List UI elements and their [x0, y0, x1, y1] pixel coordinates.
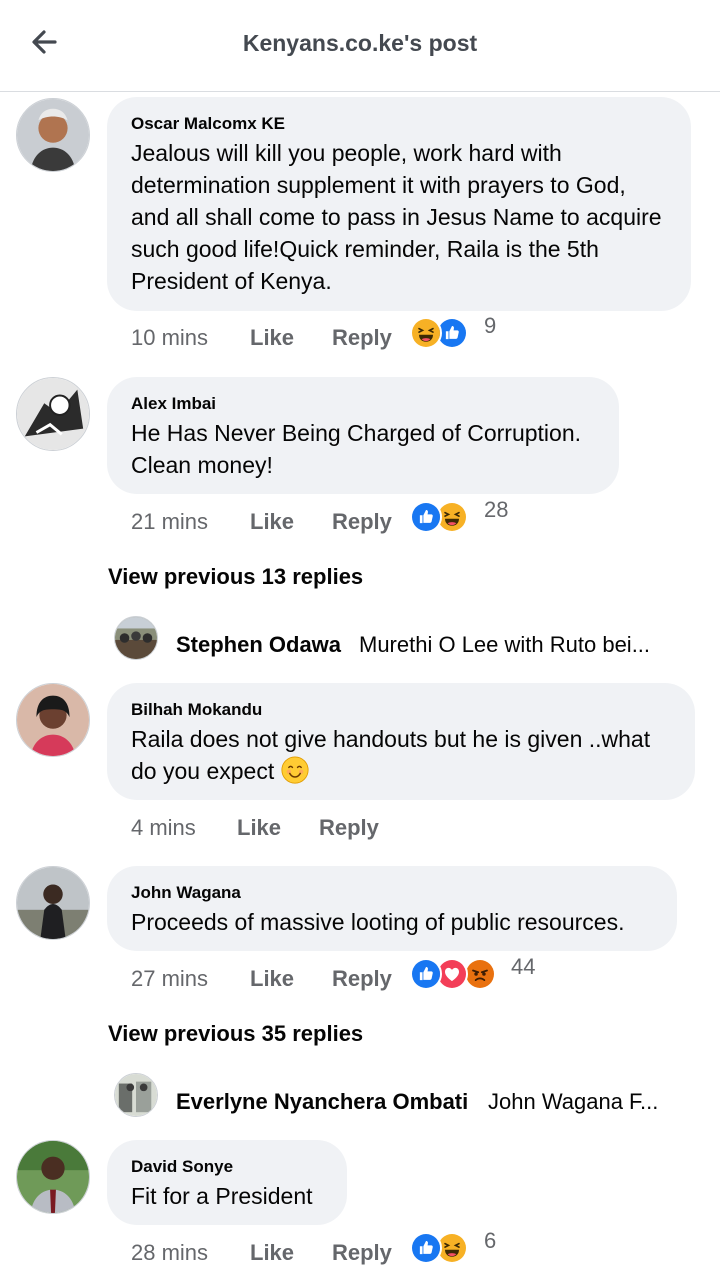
comment-author[interactable]: Bilhah Mokandu [131, 699, 671, 721]
comment-bubble[interactable]: David Sonye Fit for a President [107, 1140, 347, 1225]
like-reaction-icon [410, 501, 442, 533]
comment-bubble[interactable]: Alex Imbai He Has Never Being Charged of… [107, 377, 619, 494]
comment-actions: 10 mins Like Reply 9 [131, 313, 611, 353]
top-bar: Kenyans.co.ke's post [0, 0, 720, 92]
like-button[interactable]: Like [250, 964, 294, 994]
comment-text: Jealous will kill you people, work hard … [131, 140, 662, 294]
reaction-count: 28 [484, 497, 509, 522]
avatar[interactable] [16, 1140, 90, 1214]
reply-author[interactable]: Everlyne Nyanchera Ombati [176, 1089, 468, 1115]
haha-reaction-icon [410, 317, 442, 349]
comment-text: Raila does not give handouts but he is g… [131, 723, 671, 787]
comment-author[interactable]: John Wagana [131, 882, 653, 904]
page-title: Kenyans.co.ke's post [242, 30, 478, 56]
comment-text-content: Raila does not give handouts but he is g… [131, 726, 651, 784]
comment-actions: 21 mins Like Reply 28 [131, 497, 611, 537]
reply-snippet: John Wagana F... [488, 1089, 659, 1114]
reply-button[interactable]: Reply [332, 1238, 392, 1268]
view-previous-replies-link[interactable]: View previous 13 replies [108, 564, 363, 590]
comment-author[interactable]: Oscar Malcomx KE [131, 113, 667, 135]
reply-button[interactable]: Reply [332, 964, 392, 994]
latest-reply-preview[interactable]: Stephen Odawa Murethi O Lee with Ruto be… [114, 616, 694, 666]
latest-reply-preview[interactable]: Everlyne Nyanchera Ombati John Wagana F.… [114, 1073, 694, 1123]
comment-text: Fit for a President [131, 1183, 313, 1209]
comment-time[interactable]: 10 mins [131, 323, 208, 353]
avatar [114, 616, 158, 660]
like-reaction-icon [410, 958, 442, 990]
like-button[interactable]: Like [250, 507, 294, 537]
comment-time[interactable]: 4 mins [131, 813, 196, 843]
reply-button[interactable]: Reply [319, 813, 379, 843]
avatar[interactable] [16, 683, 90, 757]
comment-author[interactable]: David Sonye [131, 1156, 323, 1178]
comment-time[interactable]: 21 mins [131, 507, 208, 537]
comment-actions: 4 mins Like Reply [131, 813, 431, 843]
reply-button[interactable]: Reply [332, 507, 392, 537]
comment-time[interactable]: 27 mins [131, 964, 208, 994]
comment-bubble[interactable]: Oscar Malcomx KE Jealous will kill you p… [107, 97, 691, 311]
comment-text: He Has Never Being Charged of Corruption… [131, 420, 582, 478]
reply-author[interactable]: Stephen Odawa [176, 632, 341, 658]
comment-bubble[interactable]: Bilhah Mokandu Raila does not give hando… [107, 683, 695, 800]
avatar [114, 1073, 158, 1117]
angry-reaction-icon [464, 958, 496, 990]
comment-actions: 28 mins Like Reply 6 [131, 1228, 611, 1268]
like-button[interactable]: Like [250, 323, 294, 353]
reply-snippet: Murethi O Lee with Ruto bei... [359, 632, 651, 657]
smiling-face-icon [281, 756, 309, 784]
reaction-count: 44 [511, 954, 536, 979]
comment-time[interactable]: 28 mins [131, 1238, 208, 1268]
like-reaction-icon [410, 1232, 442, 1264]
reaction-count: 6 [484, 1228, 497, 1253]
like-button[interactable]: Like [237, 813, 281, 843]
avatar[interactable] [16, 866, 90, 940]
comment-bubble[interactable]: John Wagana Proceeds of massive looting … [107, 866, 677, 951]
reaction-count: 9 [484, 313, 497, 338]
comment-text: Proceeds of massive looting of public re… [131, 909, 625, 935]
reply-button[interactable]: Reply [332, 323, 392, 353]
avatar[interactable] [16, 98, 90, 172]
comment-actions: 27 mins Like Reply 44 [131, 954, 611, 994]
view-previous-replies-link[interactable]: View previous 35 replies [108, 1021, 363, 1047]
like-button[interactable]: Like [250, 1238, 294, 1268]
comment-author[interactable]: Alex Imbai [131, 393, 595, 415]
avatar[interactable] [16, 377, 90, 451]
